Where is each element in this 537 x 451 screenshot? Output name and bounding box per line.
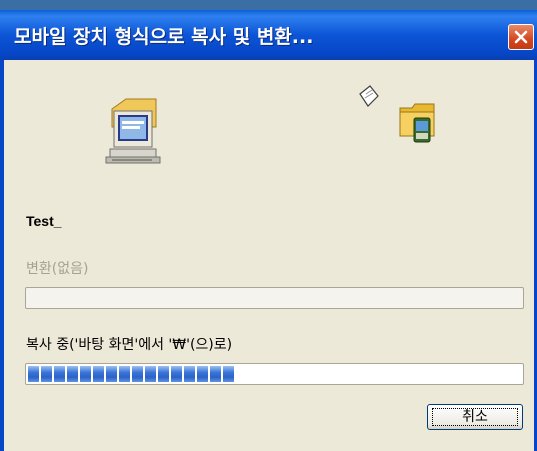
- progress-segment: [41, 366, 52, 382]
- flying-document-icon: [359, 85, 379, 107]
- progress-segment: [67, 366, 78, 382]
- file-name: Test_: [26, 213, 62, 229]
- computer-icon: [105, 98, 161, 164]
- background-strip: [0, 0, 537, 10]
- conversion-status-label: 변환(없음): [26, 261, 89, 277]
- copy-convert-dialog: 모바일 장치 형식으로 복사 및 변환... Test_ 변환(없음) 복사 중…: [0, 0, 537, 451]
- progress-segment: [106, 366, 117, 382]
- cancel-button[interactable]: 취소: [427, 404, 523, 430]
- progress-segment: [171, 366, 182, 382]
- progress-segment: [119, 366, 130, 382]
- conversion-progress-bar: [25, 287, 524, 309]
- focus-rectangle: [432, 408, 518, 426]
- progress-segment: [158, 366, 169, 382]
- progress-segment: [93, 366, 104, 382]
- copy-progress-fill: [28, 366, 234, 382]
- progress-segment: [210, 366, 221, 382]
- close-button[interactable]: [508, 24, 534, 50]
- copy-status-label: 복사 중('바탕 화면'에서 '₩'(으)로): [26, 337, 233, 353]
- mobile-device-folder-icon: [399, 103, 435, 143]
- progress-segment: [184, 366, 195, 382]
- close-icon: [514, 30, 528, 44]
- progress-segment: [28, 366, 39, 382]
- progress-segment: [145, 366, 156, 382]
- progress-segment: [223, 366, 234, 382]
- window-title: 모바일 장치 형식으로 복사 및 변환...: [14, 26, 314, 48]
- progress-segment: [54, 366, 65, 382]
- progress-segment: [80, 366, 91, 382]
- title-bar[interactable]: 모바일 장치 형식으로 복사 및 변환...: [0, 10, 537, 60]
- progress-segment: [132, 366, 143, 382]
- copy-progress-bar: [25, 363, 524, 385]
- progress-segment: [197, 366, 208, 382]
- window-border-left: [0, 60, 4, 451]
